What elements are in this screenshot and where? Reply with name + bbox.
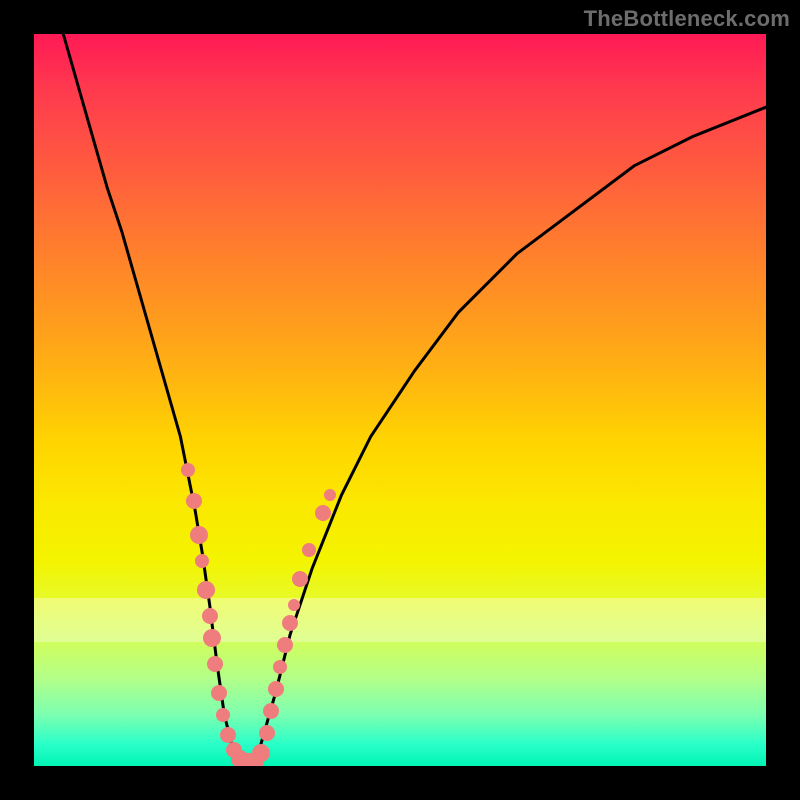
gradient-background bbox=[34, 34, 766, 766]
watermark-text: TheBottleneck.com bbox=[584, 6, 790, 32]
plot-area bbox=[34, 34, 766, 766]
chart-frame: TheBottleneck.com bbox=[0, 0, 800, 800]
